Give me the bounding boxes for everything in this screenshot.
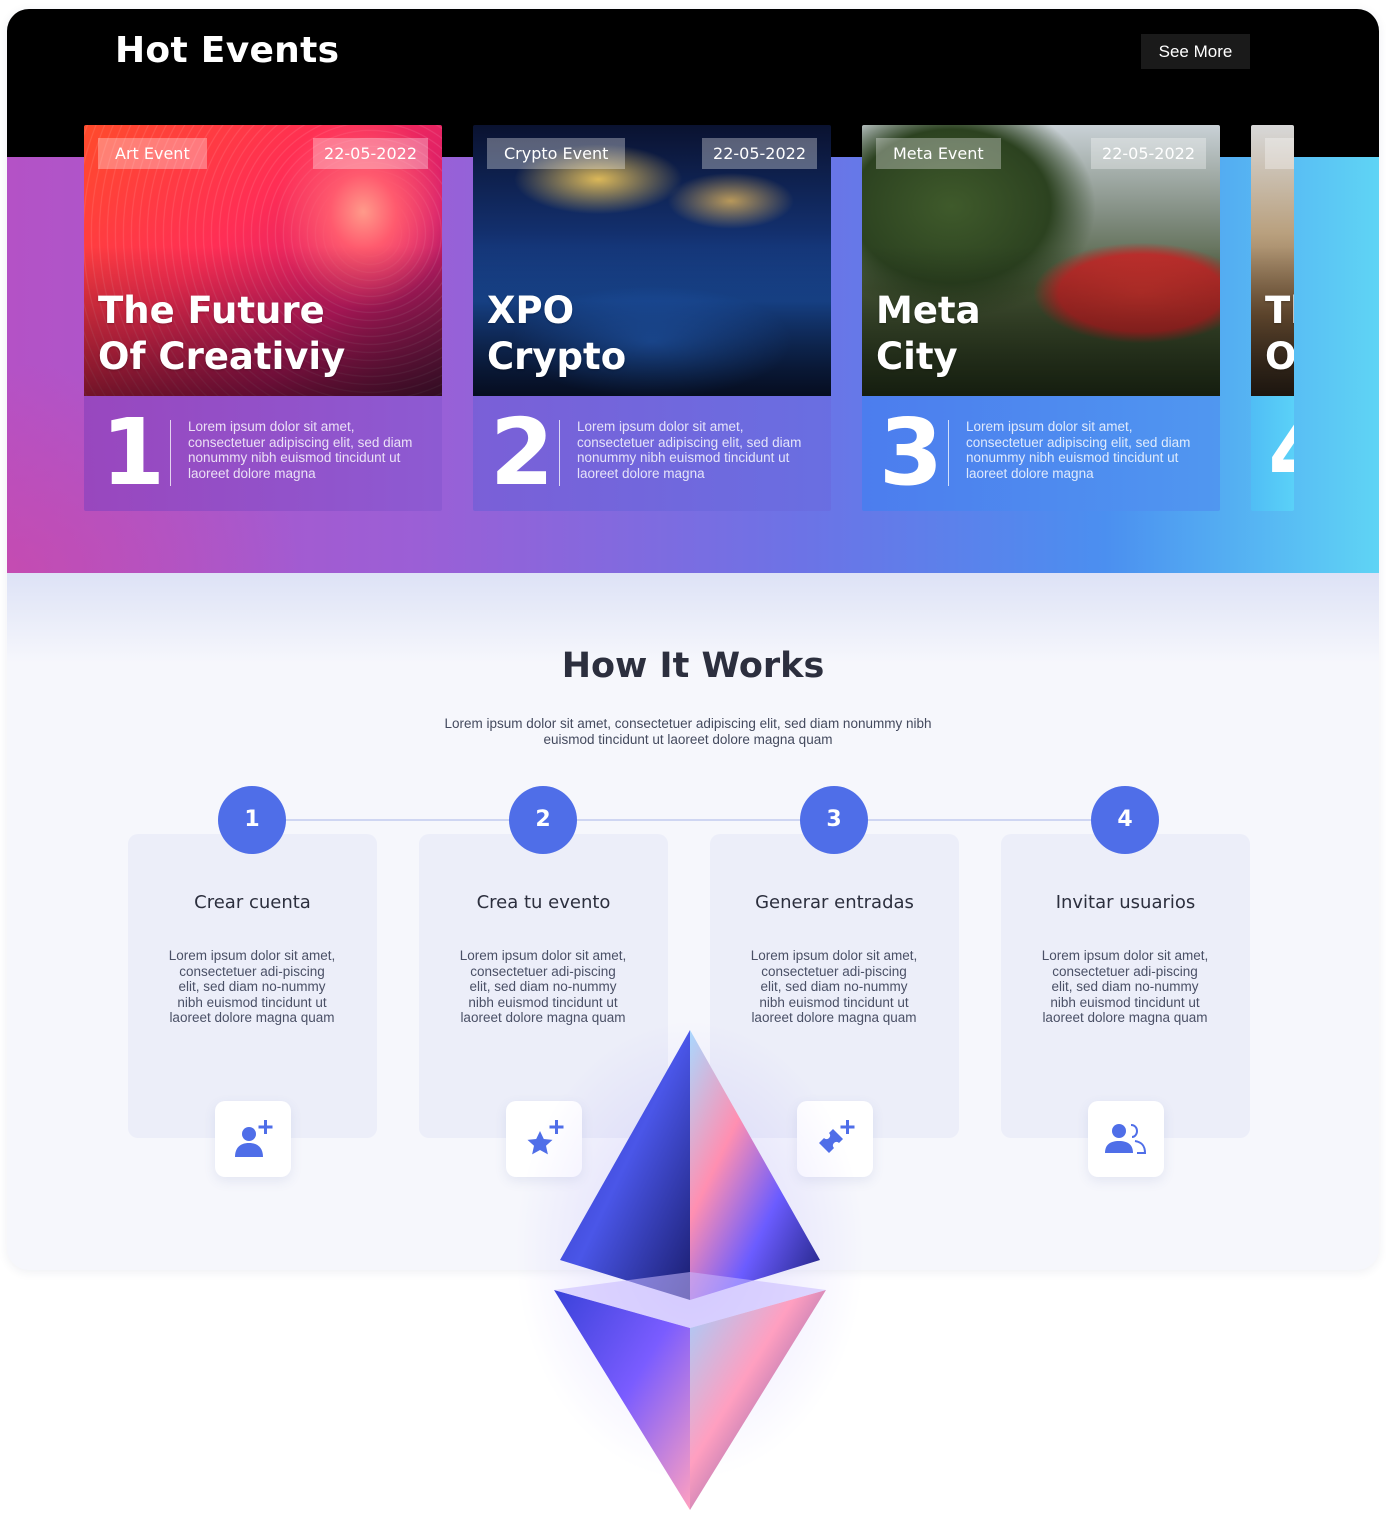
event-description: Lorem ipsum dolor sit amet, consectetuer…: [188, 419, 413, 481]
step-title: Crea tu evento: [476, 892, 611, 913]
step-number-badge: 1: [218, 786, 286, 854]
divider: [559, 420, 560, 486]
event-card-meta[interactable]: Meta Event 22-05-2022 Meta City 3 Lorem …: [862, 125, 1220, 511]
event-date-badge: 22-05-2022: [313, 138, 428, 169]
step-description: Lorem ipsum dolor sit amet, consectetuer…: [168, 948, 336, 1026]
event-category-badge: Crypto Event: [487, 138, 626, 169]
event-rank-number: 3: [879, 399, 944, 506]
users-icon-button[interactable]: [1088, 1101, 1164, 1177]
step-description: Lorem ipsum dolor sit amet, consectetuer…: [750, 948, 918, 1026]
how-it-works-title: How It Works: [561, 646, 825, 686]
step-title: Invitar usuarios: [1055, 892, 1196, 913]
event-date-badge: 22-05-2022: [1091, 138, 1206, 169]
event-card-partial[interactable]: Th O 4: [1251, 125, 1294, 511]
event-rank-number: 4: [1268, 405, 1294, 501]
how-it-works-subtitle: Lorem ipsum dolor sit amet, consectetuer…: [444, 716, 932, 747]
steps-connector-line: [252, 819, 1126, 821]
step-title: Crear cuenta: [194, 892, 311, 913]
event-title: The Future Of Creativiy: [98, 289, 346, 378]
ethereum-logo-icon: [554, 1030, 826, 1510]
add-user-icon-button[interactable]: [215, 1101, 291, 1177]
event-title: Meta City: [876, 289, 981, 378]
step-title: Generar entradas: [755, 892, 914, 913]
event-date-badge: 22-05-2022: [702, 138, 817, 169]
divider: [948, 420, 949, 486]
step-number-badge: 3: [800, 786, 868, 854]
event-card-art[interactable]: Art Event 22-05-2022 The Future Of Creat…: [84, 125, 442, 511]
hot-events-title: Hot Events: [115, 30, 340, 71]
users-icon: [1105, 1124, 1147, 1154]
step-number-badge: 4: [1091, 786, 1159, 854]
event-description: Lorem ipsum dolor sit amet, consectetuer…: [966, 419, 1191, 481]
event-category-badge: Art Event: [98, 138, 207, 169]
event-category-badge: Meta Event: [876, 138, 1001, 169]
divider: [170, 420, 171, 486]
event-title: Th O: [1265, 289, 1294, 378]
add-user-icon: [235, 1120, 273, 1157]
step-description: Lorem ipsum dolor sit amet, consectetuer…: [1041, 948, 1209, 1026]
event-rank-number: 1: [101, 399, 166, 506]
step-number-badge: 2: [509, 786, 577, 854]
event-card-crypto[interactable]: Crypto Event 22-05-2022 XPO Crypto 2 Lor…: [473, 125, 831, 511]
step-description: Lorem ipsum dolor sit amet, consectetuer…: [459, 948, 627, 1026]
see-more-button[interactable]: See More: [1141, 34, 1250, 69]
event-description: Lorem ipsum dolor sit amet, consectetuer…: [577, 419, 802, 481]
event-title: XPO Crypto: [487, 289, 627, 378]
event-rank-number: 2: [490, 399, 555, 506]
event-category-badge: [1265, 138, 1294, 169]
